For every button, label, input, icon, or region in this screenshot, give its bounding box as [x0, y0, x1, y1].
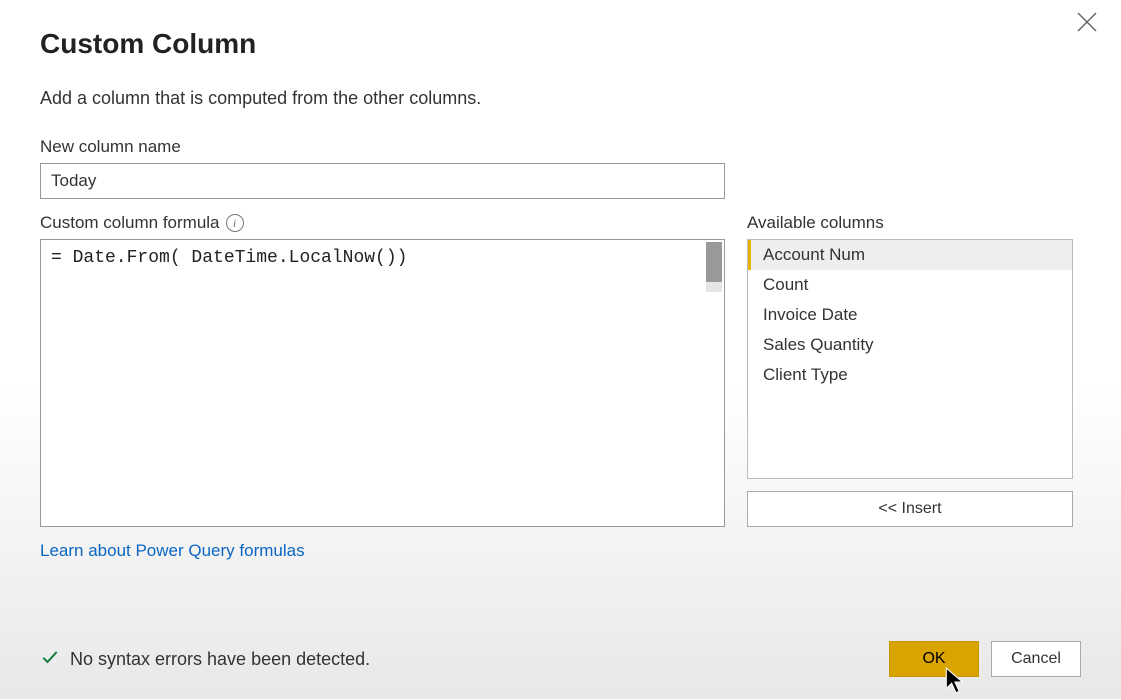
available-columns-label: Available columns: [747, 213, 1081, 233]
formula-label-text: Custom column formula: [40, 213, 220, 233]
status-text: No syntax errors have been detected.: [70, 649, 370, 670]
cancel-button[interactable]: Cancel: [991, 641, 1081, 677]
info-icon[interactable]: i: [226, 214, 244, 232]
custom-column-dialog: Custom Column Add a column that is compu…: [0, 0, 1121, 699]
formula-input[interactable]: = Date.From( DateTime.LocalNow()): [40, 239, 725, 527]
close-button[interactable]: [1075, 10, 1099, 34]
insert-button[interactable]: << Insert: [747, 491, 1073, 527]
available-column-item[interactable]: Invoice Date: [748, 300, 1072, 330]
dialog-subtitle: Add a column that is computed from the o…: [40, 88, 1081, 109]
check-icon: [40, 647, 60, 672]
available-column-item[interactable]: Sales Quantity: [748, 330, 1072, 360]
column-name-input[interactable]: [40, 163, 725, 199]
available-column-item[interactable]: Account Num: [748, 240, 1072, 270]
formula-text: = Date.From( DateTime.LocalNow()): [51, 248, 407, 268]
ok-button[interactable]: OK: [889, 641, 979, 677]
scrollbar-thumb[interactable]: [706, 242, 722, 282]
formula-label: Custom column formula i: [40, 213, 725, 233]
syntax-status: No syntax errors have been detected.: [40, 647, 370, 672]
dialog-title: Custom Column: [40, 28, 1081, 60]
available-column-item[interactable]: Client Type: [748, 360, 1072, 390]
dialog-footer: No syntax errors have been detected. OK …: [40, 641, 1081, 677]
close-icon: [1075, 10, 1099, 34]
learn-link[interactable]: Learn about Power Query formulas: [40, 541, 305, 561]
available-column-item[interactable]: Count: [748, 270, 1072, 300]
button-row: OK Cancel: [889, 641, 1081, 677]
available-columns-list[interactable]: Account Num Count Invoice Date Sales Qua…: [747, 239, 1073, 479]
column-name-label: New column name: [40, 137, 1081, 157]
